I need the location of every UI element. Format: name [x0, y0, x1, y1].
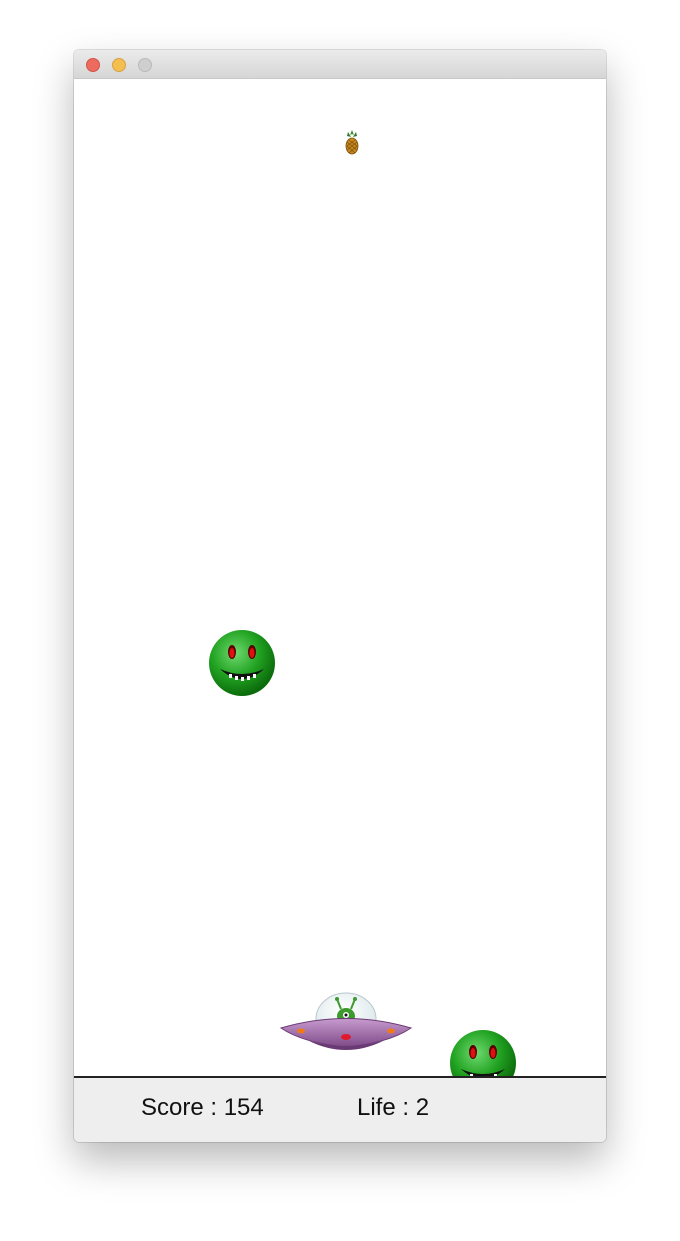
- player-ufo[interactable]: [279, 991, 413, 1059]
- minimize-button[interactable]: [112, 58, 126, 72]
- zoom-button[interactable]: [138, 58, 152, 72]
- status-bar: Score : 154 Life : 2: [74, 1076, 606, 1142]
- green-alien-face-icon: [209, 630, 275, 696]
- score-label: Score : 154: [141, 1094, 264, 1121]
- ufo-ship-icon: [279, 992, 413, 1050]
- game-playfield[interactable]: [74, 79, 606, 1096]
- life-label: Life : 2: [357, 1094, 430, 1121]
- title-bar[interactable]: [74, 50, 606, 79]
- close-button[interactable]: [86, 58, 100, 72]
- pineapple-icon: [344, 129, 360, 155]
- alien-enemy: [208, 629, 276, 697]
- game-window: Score : 154 Life : 2: [74, 50, 606, 1142]
